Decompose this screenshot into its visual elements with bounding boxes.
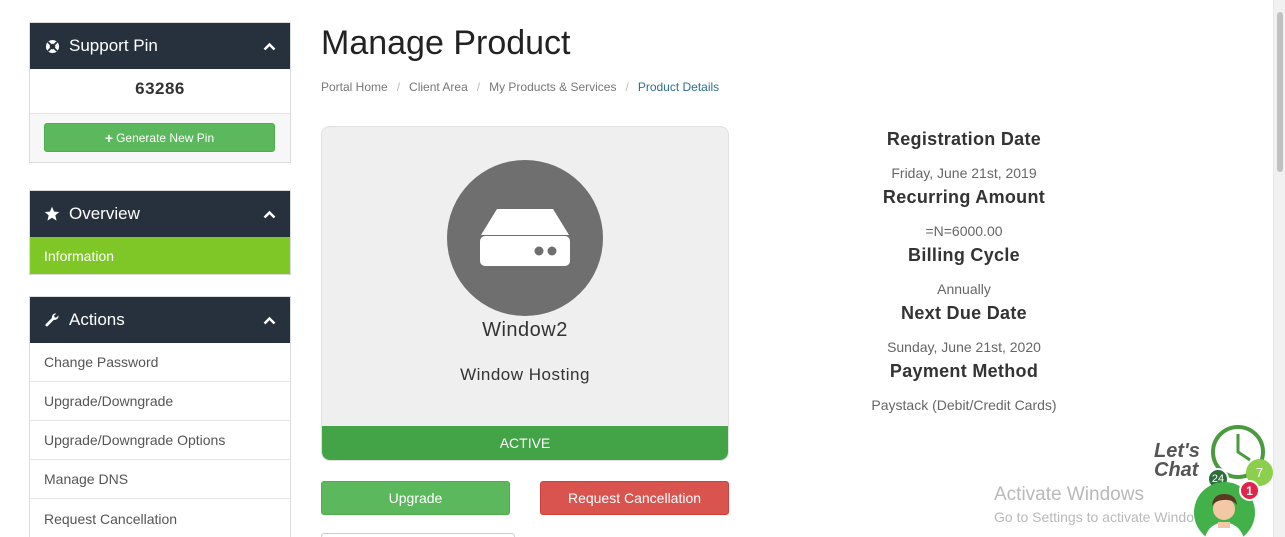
sidebar-item-request-cancellation[interactable]: Request Cancellation: [30, 499, 290, 537]
upgrade-button[interactable]: Upgrade: [321, 481, 510, 515]
scrollbar[interactable]: [1273, 0, 1285, 537]
status-badge: ACTIVE: [322, 426, 728, 460]
chevron-up-icon[interactable]: [262, 207, 276, 221]
product-name: Window2: [482, 319, 568, 341]
notification-badge: 1: [1239, 480, 1260, 501]
wrench-icon: [44, 312, 60, 328]
breadcrumb-separator: /: [396, 80, 401, 94]
support-pin-panel: Support Pin 63286 + Generate New Pin: [29, 22, 291, 163]
breadcrumb-product-details: Product Details: [637, 80, 720, 94]
breadcrumb-my-products[interactable]: My Products & Services: [489, 80, 616, 94]
sidebar-item-upgrade-downgrade[interactable]: Upgrade/Downgrade: [30, 382, 290, 421]
more-button[interactable]: [321, 533, 515, 537]
breadcrumb-separator: /: [476, 80, 481, 94]
product-group: Window Hosting: [460, 365, 590, 384]
plus-icon: +: [104, 129, 114, 146]
chat-label[interactable]: Let's Chat: [1154, 441, 1200, 481]
page-title: Manage Product: [321, 24, 571, 62]
activate-windows-title: Activate Windows: [994, 484, 1144, 505]
support-pin-header[interactable]: Support Pin: [30, 23, 290, 69]
sidebar-item-manage-dns[interactable]: Manage DNS: [30, 460, 290, 499]
chat-label-line2: Chat: [1154, 459, 1199, 481]
overview-panel: Overview Information: [29, 190, 291, 275]
actions-title: Actions: [69, 310, 125, 329]
breadcrumb: Portal Home / Client Area / My Products …: [321, 80, 719, 94]
billing-cycle-label: Billing Cycle: [908, 245, 1020, 265]
billing-cycle-value: Annually: [937, 281, 991, 297]
support-pin-footer: + Generate New Pin: [30, 114, 290, 162]
next-due-date-label: Next Due Date: [901, 303, 1027, 323]
breadcrumb-separator: /: [625, 80, 629, 94]
scrollbar-thumb[interactable]: [1277, 12, 1283, 172]
generate-pin-button[interactable]: + Generate New Pin: [44, 123, 275, 152]
product-card: Window2 Window Hosting ACTIVE: [321, 126, 729, 461]
sidebar-item-upgrade-downgrade-options[interactable]: Upgrade/Downgrade Options: [30, 421, 290, 460]
server-icon: [479, 205, 571, 272]
actions-panel: Actions Change Password Upgrade/Downgrad…: [29, 296, 291, 537]
activate-windows-subtitle: Go to Settings to activate Windows.: [994, 509, 1215, 525]
product-icon-circle: [447, 160, 603, 316]
sidebar-item-change-password[interactable]: Change Password: [30, 343, 290, 382]
star-icon: [44, 206, 60, 222]
recurring-amount-label: Recurring Amount: [882, 187, 1046, 207]
request-cancellation-button[interactable]: Request Cancellation: [540, 481, 729, 515]
support-pin-value: 63286: [30, 69, 290, 114]
payment-method-label: Payment Method: [889, 361, 1039, 381]
actions-header[interactable]: Actions: [30, 297, 290, 343]
payment-method-value: Paystack (Debit/Credit Cards): [871, 397, 1057, 413]
generate-pin-label: Generate New Pin: [116, 130, 215, 145]
support-icon: [44, 38, 60, 54]
registration-date-label: Registration Date: [886, 129, 1042, 149]
breadcrumb-client-area[interactable]: Client Area: [409, 80, 468, 94]
chevron-up-icon[interactable]: [262, 313, 276, 327]
registration-date-value: Friday, June 21st, 2019: [891, 165, 1037, 181]
next-due-date-value: Sunday, June 21st, 2020: [887, 339, 1041, 355]
breadcrumb-portal-home[interactable]: Portal Home: [321, 80, 388, 94]
overview-title: Overview: [69, 204, 140, 223]
chevron-up-icon[interactable]: [262, 39, 276, 53]
overview-header[interactable]: Overview: [30, 191, 290, 237]
recurring-amount-value: =N=6000.00: [925, 223, 1003, 239]
support-pin-title: Support Pin: [69, 36, 158, 55]
sidebar-item-information[interactable]: Information: [30, 237, 290, 274]
